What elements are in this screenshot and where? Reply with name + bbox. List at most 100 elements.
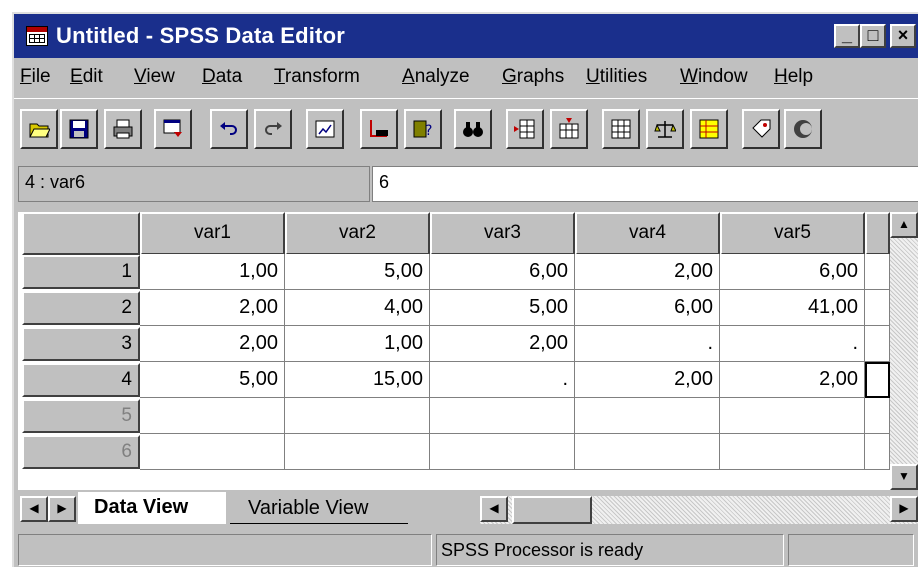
row-header-5[interactable]: 5: [22, 399, 140, 433]
table-cell[interactable]: 4,00: [285, 290, 430, 326]
menu-help[interactable]: Help: [774, 66, 813, 88]
table-cell[interactable]: 6,00: [430, 254, 575, 290]
tab-scroll-left-button[interactable]: ◀: [20, 496, 48, 522]
menu-view[interactable]: View: [134, 66, 175, 88]
table-cell[interactable]: 5,00: [285, 254, 430, 290]
table-cell[interactable]: [285, 434, 430, 470]
table-cell[interactable]: 41,00: [720, 290, 865, 326]
column-header-var2[interactable]: var2: [285, 212, 430, 255]
table-cell[interactable]: 5,00: [430, 290, 575, 326]
vertical-scrollbar[interactable]: ▲ ▼: [890, 212, 918, 490]
horizontal-scrollbar[interactable]: ◀ ▶: [480, 496, 918, 524]
table-cell[interactable]: [865, 326, 890, 362]
column-header-var5[interactable]: var5: [720, 212, 865, 255]
column-header-var4[interactable]: var4: [575, 212, 720, 255]
cell-reference: 4 : var6: [18, 166, 370, 202]
menu-analyze[interactable]: Analyze: [402, 66, 470, 88]
minimize-button[interactable]: _: [834, 24, 860, 48]
table-cell[interactable]: .: [720, 326, 865, 362]
undo-button[interactable]: [210, 109, 248, 149]
weight-cases-button[interactable]: [646, 109, 684, 149]
row-header-4[interactable]: 4: [22, 363, 140, 397]
find-button[interactable]: [454, 109, 492, 149]
menu-window[interactable]: Window: [680, 66, 748, 88]
table-cell[interactable]: [285, 398, 430, 434]
table-cell[interactable]: [865, 290, 890, 326]
menu-data[interactable]: Data: [202, 66, 242, 88]
table-cell[interactable]: 1,00: [285, 326, 430, 362]
scroll-down-button[interactable]: ▼: [890, 464, 918, 490]
table-cell[interactable]: 1,00: [140, 254, 285, 290]
goto-case-button[interactable]: [360, 109, 398, 149]
print-button[interactable]: [104, 109, 142, 149]
insert-variable-button[interactable]: [550, 109, 588, 149]
value-labels-button[interactable]: [742, 109, 780, 149]
split-file-icon: [611, 119, 631, 139]
table-cell[interactable]: 2,00: [140, 290, 285, 326]
table-cell[interactable]: [865, 254, 890, 290]
table-cell[interactable]: 2,00: [430, 326, 575, 362]
menu-bar: File Edit View Data Transform Analyze Gr…: [14, 58, 918, 96]
table-cell[interactable]: .: [430, 362, 575, 398]
row-header-2[interactable]: 2: [22, 291, 140, 325]
open-button[interactable]: [20, 109, 58, 149]
cell-value-input[interactable]: 6: [372, 166, 918, 202]
split-file-button[interactable]: [602, 109, 640, 149]
dialog-recall-button[interactable]: [154, 109, 192, 149]
status-message: SPSS Processor is ready: [436, 534, 784, 566]
maximize-button[interactable]: □: [860, 24, 886, 48]
scroll-right-button[interactable]: ▶: [890, 496, 918, 522]
variables-button[interactable]: ?: [404, 109, 442, 149]
horizontal-scroll-thumb[interactable]: [512, 496, 592, 524]
menu-transform[interactable]: Transform: [274, 66, 360, 88]
close-button[interactable]: ×: [890, 24, 916, 48]
tab-scroll-right-button[interactable]: ▶: [48, 496, 76, 522]
table-cell[interactable]: [865, 434, 890, 470]
use-sets-button[interactable]: [784, 109, 822, 149]
save-button[interactable]: [60, 109, 98, 149]
table-cell[interactable]: 15,00: [285, 362, 430, 398]
table-cell[interactable]: 2,00: [140, 326, 285, 362]
menu-utilities[interactable]: Utilities: [586, 66, 647, 88]
spss-app-icon[interactable]: [26, 26, 48, 46]
table-cell[interactable]: [140, 434, 285, 470]
table-cell[interactable]: [720, 398, 865, 434]
menu-edit[interactable]: Edit: [70, 66, 103, 88]
table-cell[interactable]: [140, 398, 285, 434]
table-cell[interactable]: [865, 398, 890, 434]
row-header-6[interactable]: 6: [22, 435, 140, 469]
goto-chart-button[interactable]: [306, 109, 344, 149]
table-cell[interactable]: [430, 398, 575, 434]
insert-variable-icon: [559, 118, 579, 139]
grid-corner[interactable]: [22, 212, 140, 255]
table-cell[interactable]: [720, 434, 865, 470]
table-cell[interactable]: 2,00: [720, 362, 865, 398]
table-cell[interactable]: 2,00: [575, 254, 720, 290]
print-icon: [113, 119, 133, 139]
table-cell[interactable]: 2,00: [575, 362, 720, 398]
selected-cell[interactable]: [865, 362, 890, 398]
insert-case-button[interactable]: [506, 109, 544, 149]
table-cell[interactable]: 6,00: [575, 290, 720, 326]
table-cell[interactable]: [575, 398, 720, 434]
column-header-var3[interactable]: var3: [430, 212, 575, 255]
table-cell[interactable]: .: [575, 326, 720, 362]
title-bar[interactable]: Untitled - SPSS Data Editor _ □ ×: [14, 14, 918, 58]
table-cell[interactable]: 6,00: [720, 254, 865, 290]
redo-button[interactable]: [254, 109, 292, 149]
scroll-up-button[interactable]: ▲: [890, 212, 918, 238]
row-header-1[interactable]: 1: [22, 255, 140, 289]
select-cases-button[interactable]: [690, 109, 728, 149]
row-header-3[interactable]: 3: [22, 327, 140, 361]
menu-graphs[interactable]: Graphs: [502, 66, 564, 88]
dialog-recall-icon: [163, 119, 182, 137]
tab-data-view[interactable]: Data View: [78, 492, 226, 524]
column-header-empty[interactable]: [865, 212, 890, 255]
scroll-left-button[interactable]: ◀: [480, 496, 508, 522]
column-header-var1[interactable]: var1: [140, 212, 285, 255]
table-cell[interactable]: [575, 434, 720, 470]
table-cell[interactable]: 5,00: [140, 362, 285, 398]
menu-file[interactable]: File: [20, 66, 51, 88]
tab-variable-view[interactable]: Variable View: [230, 494, 408, 524]
table-cell[interactable]: [430, 434, 575, 470]
